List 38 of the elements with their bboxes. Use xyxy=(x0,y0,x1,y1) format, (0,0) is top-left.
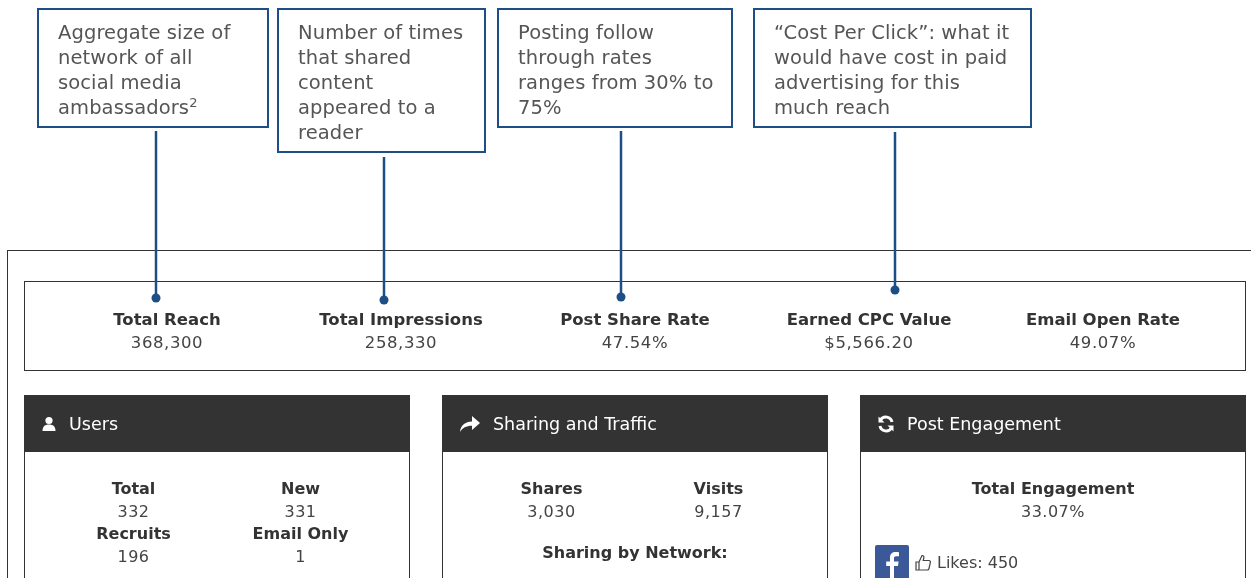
metric-value: 49.07% xyxy=(1069,332,1137,354)
stat-label: Total xyxy=(111,478,156,500)
metric-label: Total Impressions xyxy=(319,309,483,331)
panel-title: Users xyxy=(69,414,118,434)
callout-text: Posting follow through rates ranges from 30% to 75% xyxy=(518,20,715,120)
metric-label: Post Share Rate xyxy=(560,309,710,331)
stat-value: 331 xyxy=(284,501,317,523)
share-arrow-icon xyxy=(459,415,481,433)
metric-value: $5,566.20 xyxy=(824,332,914,354)
stat-value: 1 xyxy=(295,546,306,568)
stat-label: Total Engagement xyxy=(971,478,1135,500)
user-icon xyxy=(41,416,57,432)
stat-value: 33.07% xyxy=(1021,501,1085,523)
stat-label: New xyxy=(281,478,320,500)
stat-label: Shares xyxy=(520,478,583,500)
stat-label: Recruits xyxy=(96,523,171,545)
likes-count: Likes: 450 xyxy=(937,552,1019,572)
metric-value: 368,300 xyxy=(130,332,204,354)
refresh-icon xyxy=(877,415,895,433)
metric-value: 258,330 xyxy=(364,332,438,354)
stat-label: Visits xyxy=(693,478,744,500)
panel-title: Post Engagement xyxy=(907,414,1061,434)
thumbs-up-icon xyxy=(915,553,931,571)
facebook-icon[interactable] xyxy=(875,545,909,578)
metric-value: 47.54% xyxy=(601,332,669,354)
callout-text: Aggregate size of network of all social media ambassadors$^{2}$ xyxy=(58,20,232,120)
callout-text: “Cost Per Click”: what it would have cost in paid advertising for this much reach xyxy=(774,20,1011,120)
section-heading: Sharing by Network: xyxy=(541,543,729,562)
stat-value: 9,157 xyxy=(694,501,743,523)
stat-value: 3,030 xyxy=(527,501,576,523)
callout-text: Number of times that shared content appeared to a reader xyxy=(298,20,465,145)
metric-label: Earned CPC Value xyxy=(786,309,952,331)
panel-title: Sharing and Traffic xyxy=(493,414,657,434)
stat-label: Email Only xyxy=(252,523,349,545)
metric-label: Total Reach xyxy=(113,309,221,331)
metric-label: Email Open Rate xyxy=(1025,309,1181,331)
stat-value: 196 xyxy=(117,546,150,568)
stat-value: 332 xyxy=(117,501,150,523)
